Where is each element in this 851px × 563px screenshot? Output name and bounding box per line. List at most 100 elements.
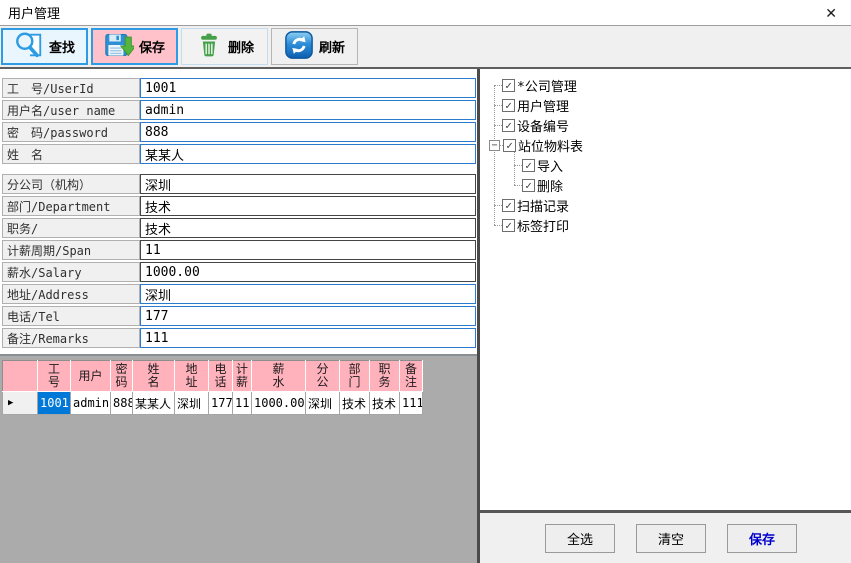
cell-tel[interactable]: 177 <box>209 392 233 415</box>
delete-button[interactable]: 删除 <box>181 28 268 65</box>
username-label: 用户名/user name <box>2 100 140 120</box>
col-header-remarks[interactable]: 备 注 <box>400 361 423 392</box>
save-toolbar-button-label: 保存 <box>139 37 165 56</box>
userid-label: 工 号/UserId <box>2 78 140 98</box>
col-header-branch[interactable]: 分 公 <box>306 361 340 392</box>
checkbox-station-material[interactable]: ✓ <box>503 139 516 152</box>
tree-label-import[interactable]: 导入 <box>536 156 563 175</box>
col-header-userid[interactable]: 工 号 <box>38 361 71 392</box>
form-row-address: 地址/Address <box>2 284 476 304</box>
checkbox-device-id[interactable]: ✓ <box>502 119 515 132</box>
branch-field[interactable] <box>140 174 476 194</box>
save-toolbar-button[interactable]: 保存 <box>91 28 178 65</box>
cell-position[interactable]: 技术 <box>370 392 400 415</box>
cell-salary[interactable]: 1000.00 <box>252 392 306 415</box>
cell-address[interactable]: 深圳 <box>175 392 209 415</box>
checkbox-delete[interactable]: ✓ <box>522 179 535 192</box>
tree-label-device-id[interactable]: 设备编号 <box>516 116 569 135</box>
toolbar: 查找 保存 <box>0 25 851 69</box>
cell-name[interactable]: 某某人 <box>133 392 175 415</box>
name-label: 姓 名 <box>2 144 140 164</box>
user-management-window: 用户管理 ✕ 查找 <box>0 0 851 563</box>
table-header-row: 工 号 用户 密 码 姓 名 地 址 电 话 计 薪 薪 水 分 公 部 门 职… <box>3 361 423 392</box>
save-permissions-button[interactable]: 保存 <box>727 524 797 553</box>
clear-button[interactable]: 清空 <box>636 524 706 553</box>
form-row-userid: 工 号/UserId <box>2 78 476 98</box>
userid-field[interactable] <box>140 78 476 98</box>
branch-label: 分公司（机构） <box>2 174 140 194</box>
col-header-position[interactable]: 职 务 <box>370 361 400 392</box>
form-row-tel: 电话/Tel <box>2 306 476 326</box>
tree-item-scan-record: ✓ 扫描记录 <box>486 195 851 215</box>
footer-button-bar: 全选 清空 保存 <box>480 510 851 563</box>
address-field[interactable] <box>140 284 476 304</box>
checkbox-label-print[interactable]: ✓ <box>502 219 515 232</box>
span-field[interactable] <box>140 240 476 260</box>
cell-userid[interactable]: 1001 <box>38 392 71 415</box>
checkbox-import[interactable]: ✓ <box>522 159 535 172</box>
table-row: ▶ 1001 admin 888 某某人 深圳 177 11 1000.00 深… <box>3 392 423 415</box>
col-header-password[interactable]: 密 码 <box>111 361 133 392</box>
cell-span[interactable]: 11 <box>233 392 252 415</box>
col-header-department[interactable]: 部 门 <box>340 361 370 392</box>
cell-password[interactable]: 888 <box>111 392 133 415</box>
col-header-user[interactable]: 用户 <box>71 361 111 392</box>
cell-branch[interactable]: 深圳 <box>306 392 340 415</box>
form-row-password: 密 码/password <box>2 122 476 142</box>
col-header-name[interactable]: 姓 名 <box>133 361 175 392</box>
tree-label-scan-record[interactable]: 扫描记录 <box>516 196 569 215</box>
username-field[interactable] <box>140 100 476 120</box>
tree-item-device-id: ✓ 设备编号 <box>486 115 851 135</box>
remarks-field[interactable] <box>140 328 476 348</box>
name-field[interactable] <box>140 144 476 164</box>
select-all-button[interactable]: 全选 <box>545 524 615 553</box>
tree-item-label-print: ✓ 标签打印 <box>486 215 851 235</box>
refresh-button[interactable]: 刷新 <box>271 28 358 65</box>
position-label: 职务/ <box>2 218 140 238</box>
close-icon[interactable]: ✕ <box>821 4 841 22</box>
tree-item-import: ✓ 导入 <box>486 155 851 175</box>
right-panel: ✓ *公司管理 ✓ 用户管理 ✓ 设备编号 − ✓ 站位物料表 <box>480 69 851 563</box>
tree-label-label-print[interactable]: 标签打印 <box>516 216 569 235</box>
col-header-salary[interactable]: 薪 水 <box>252 361 306 392</box>
checkbox-company-mgmt[interactable]: ✓ <box>502 79 515 92</box>
save-icon <box>104 30 134 63</box>
checkbox-user-mgmt[interactable]: ✓ <box>502 99 515 112</box>
window-title: 用户管理 <box>8 3 60 22</box>
user-table: 工 号 用户 密 码 姓 名 地 址 电 话 计 薪 薪 水 分 公 部 门 职… <box>2 360 423 415</box>
tree-item-station-material: − ✓ 站位物料表 <box>486 135 851 155</box>
find-button[interactable]: 查找 <box>1 28 88 65</box>
checkbox-scan-record[interactable]: ✓ <box>502 199 515 212</box>
position-field[interactable] <box>140 218 476 238</box>
refresh-button-label: 刷新 <box>319 37 345 56</box>
tel-label: 电话/Tel <box>2 306 140 326</box>
tree-label-company-mgmt[interactable]: *公司管理 <box>516 76 577 95</box>
tree-label-station-material[interactable]: 站位物料表 <box>517 136 583 155</box>
remarks-label: 备注/Remarks <box>2 328 140 348</box>
form-row-span: 计薪周期/Span <box>2 240 476 260</box>
cell-department[interactable]: 技术 <box>340 392 370 415</box>
col-header-address[interactable]: 地 址 <box>175 361 209 392</box>
tree-label-user-mgmt[interactable]: 用户管理 <box>516 96 569 115</box>
form-row-remarks: 备注/Remarks <box>2 328 476 348</box>
address-label: 地址/Address <box>2 284 140 304</box>
search-icon <box>14 30 44 63</box>
department-field[interactable] <box>140 196 476 216</box>
permission-tree: ✓ *公司管理 ✓ 用户管理 ✓ 设备编号 − ✓ 站位物料表 <box>480 69 851 510</box>
tel-field[interactable] <box>140 306 476 326</box>
title-bar: 用户管理 ✕ <box>0 0 851 25</box>
collapse-minus-icon[interactable]: − <box>489 140 500 151</box>
user-form: 工 号/UserId 用户名/user name 密 码/password 姓 … <box>0 69 477 356</box>
cell-user[interactable]: admin <box>71 392 111 415</box>
col-header-tel[interactable]: 电 话 <box>209 361 233 392</box>
salary-field[interactable] <box>140 262 476 282</box>
salary-label: 薪水/Salary <box>2 262 140 282</box>
cell-remarks[interactable]: 111 <box>400 392 423 415</box>
row-selector-marker[interactable]: ▶ <box>3 392 38 415</box>
trash-icon <box>195 31 223 62</box>
col-header-span[interactable]: 计 薪 <box>233 361 252 392</box>
col-header-selector[interactable] <box>3 361 38 392</box>
tree-label-delete[interactable]: 删除 <box>536 176 563 195</box>
password-field[interactable] <box>140 122 476 142</box>
refresh-icon <box>284 30 314 63</box>
